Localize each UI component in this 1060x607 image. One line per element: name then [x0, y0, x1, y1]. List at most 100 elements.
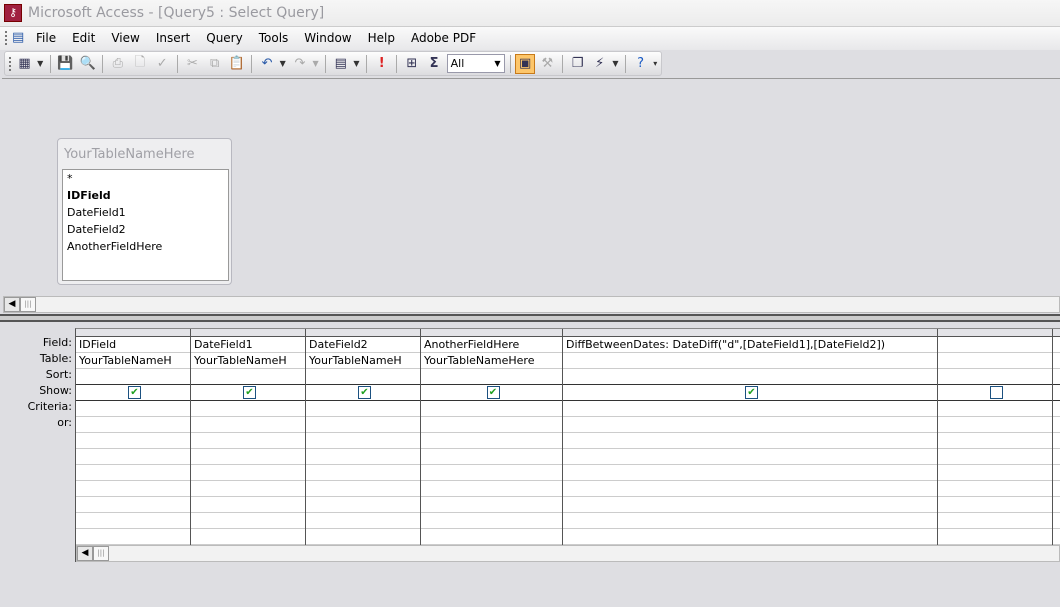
or-cell[interactable]	[306, 417, 420, 433]
file-search-icon[interactable]: 🔍	[78, 54, 97, 74]
copy-icon[interactable]: ⧉	[205, 54, 224, 74]
view-dropdown-icon[interactable]: ▼	[37, 59, 45, 68]
table-cell[interactable]: YourTableNameH	[306, 353, 420, 369]
sort-cell[interactable]	[938, 369, 1052, 385]
sort-cell[interactable]	[563, 369, 937, 385]
run-icon[interactable]: !	[372, 54, 391, 74]
or-cell[interactable]	[1053, 449, 1060, 465]
menu-grip[interactable]	[5, 31, 8, 45]
or-cell[interactable]	[938, 497, 1052, 513]
or-cell[interactable]	[938, 449, 1052, 465]
print-preview-icon[interactable]: 🗋	[130, 54, 149, 74]
database-window-icon[interactable]: ❐	[568, 54, 587, 74]
scroll-left-icon[interactable]: ◀	[4, 297, 20, 312]
menu-window[interactable]: Window	[304, 31, 359, 45]
query-window-icon[interactable]: ▤	[12, 30, 24, 45]
or-cell[interactable]	[563, 481, 937, 497]
view-icon[interactable]: ▦	[15, 54, 34, 74]
show-checkbox[interactable]: ✔	[128, 386, 141, 399]
field-list-item[interactable]: AnotherFieldHere	[63, 238, 228, 255]
menu-file[interactable]: File	[36, 31, 64, 45]
scroll-thumb[interactable]: |||	[20, 297, 36, 312]
field-cell[interactable]	[1053, 337, 1060, 353]
column-selector[interactable]	[306, 329, 420, 337]
or-cell[interactable]	[76, 513, 190, 529]
or-cell[interactable]	[421, 465, 562, 481]
or-cell[interactable]	[421, 529, 562, 545]
table-pane-scrollbar[interactable]: ◀ |||	[3, 296, 1060, 313]
or-cell[interactable]	[1053, 465, 1060, 481]
pane-splitter[interactable]	[0, 314, 1060, 322]
column-selector[interactable]	[563, 329, 937, 337]
access-app-icon[interactable]: ⚷	[4, 4, 22, 22]
or-cell[interactable]	[563, 497, 937, 513]
field-cell[interactable]: AnotherFieldHere	[421, 337, 562, 353]
grid-column[interactable]: IDField YourTableNameH ✔	[76, 329, 191, 545]
or-cell[interactable]	[1053, 417, 1060, 433]
undo-icon[interactable]: ↶	[257, 54, 276, 74]
table-cell[interactable]: YourTableNameHere	[421, 353, 562, 369]
menu-tools[interactable]: Tools	[259, 31, 297, 45]
properties-icon[interactable]: ▣	[515, 53, 535, 74]
or-cell[interactable]	[421, 449, 562, 465]
field-list-item[interactable]: *	[63, 170, 228, 187]
field-list-window[interactable]: YourTableNameHere * IDField DateField1 Date…	[57, 138, 232, 285]
or-cell[interactable]	[76, 433, 190, 449]
or-cell[interactable]	[306, 497, 420, 513]
grid-column[interactable]	[938, 329, 1053, 545]
or-cell[interactable]	[191, 433, 305, 449]
or-cell[interactable]	[1053, 497, 1060, 513]
column-selector[interactable]	[191, 329, 305, 337]
criteria-cell[interactable]	[1053, 401, 1060, 417]
or-cell[interactable]	[76, 449, 190, 465]
cut-icon[interactable]: ✂	[183, 54, 202, 74]
or-cell[interactable]	[76, 481, 190, 497]
menu-adobe-pdf[interactable]: Adobe PDF	[411, 31, 484, 45]
field-cell[interactable]: IDField	[76, 337, 190, 353]
grid-scrollbar[interactable]: ◀ |||	[76, 545, 1060, 562]
field-cell[interactable]: DateField1	[191, 337, 305, 353]
or-cell[interactable]	[191, 449, 305, 465]
or-cell[interactable]	[191, 513, 305, 529]
or-cell[interactable]	[421, 497, 562, 513]
table-cell[interactable]: YourTableNameH	[76, 353, 190, 369]
or-cell[interactable]	[306, 481, 420, 497]
column-selector[interactable]	[938, 329, 1052, 337]
or-cell[interactable]	[306, 529, 420, 545]
or-cell[interactable]	[563, 449, 937, 465]
redo-icon[interactable]: ↷	[290, 54, 309, 74]
criteria-cell[interactable]	[421, 401, 562, 417]
criteria-cell[interactable]	[938, 401, 1052, 417]
criteria-cell[interactable]	[563, 401, 937, 417]
field-list-item[interactable]: DateField1	[63, 204, 228, 221]
or-cell[interactable]	[1053, 481, 1060, 497]
column-selector[interactable]	[421, 329, 562, 337]
table-cell[interactable]	[1053, 353, 1060, 369]
undo-dropdown-icon[interactable]: ▼	[280, 59, 288, 68]
menu-help[interactable]: Help	[368, 31, 403, 45]
or-cell[interactable]	[938, 417, 1052, 433]
totals-icon[interactable]: Σ	[424, 54, 443, 74]
table-cell[interactable]	[938, 353, 1052, 369]
or-cell[interactable]	[1053, 513, 1060, 529]
sort-cell[interactable]	[191, 369, 305, 385]
column-selector[interactable]	[76, 329, 190, 337]
grid-column[interactable]: DateField1 YourTableNameH ✔	[191, 329, 306, 545]
show-checkbox[interactable]: ✔	[745, 386, 758, 399]
or-cell[interactable]	[563, 513, 937, 529]
or-cell[interactable]	[306, 449, 420, 465]
sort-cell[interactable]	[76, 369, 190, 385]
or-cell[interactable]	[563, 465, 937, 481]
or-cell[interactable]	[938, 465, 1052, 481]
or-cell[interactable]	[1053, 529, 1060, 545]
or-cell[interactable]	[76, 465, 190, 481]
or-cell[interactable]	[421, 481, 562, 497]
grid-column[interactable]: DateField2 YourTableNameH ✔	[306, 329, 421, 545]
or-cell[interactable]	[563, 433, 937, 449]
query-type-icon[interactable]: ▤	[331, 54, 350, 74]
field-list[interactable]: * IDField DateField1 DateField2 AnotherField…	[62, 169, 229, 281]
show-checkbox[interactable]: ✔	[486, 386, 500, 399]
field-cell[interactable]	[938, 337, 1052, 353]
or-cell[interactable]	[938, 433, 1052, 449]
criteria-cell[interactable]	[76, 401, 190, 417]
